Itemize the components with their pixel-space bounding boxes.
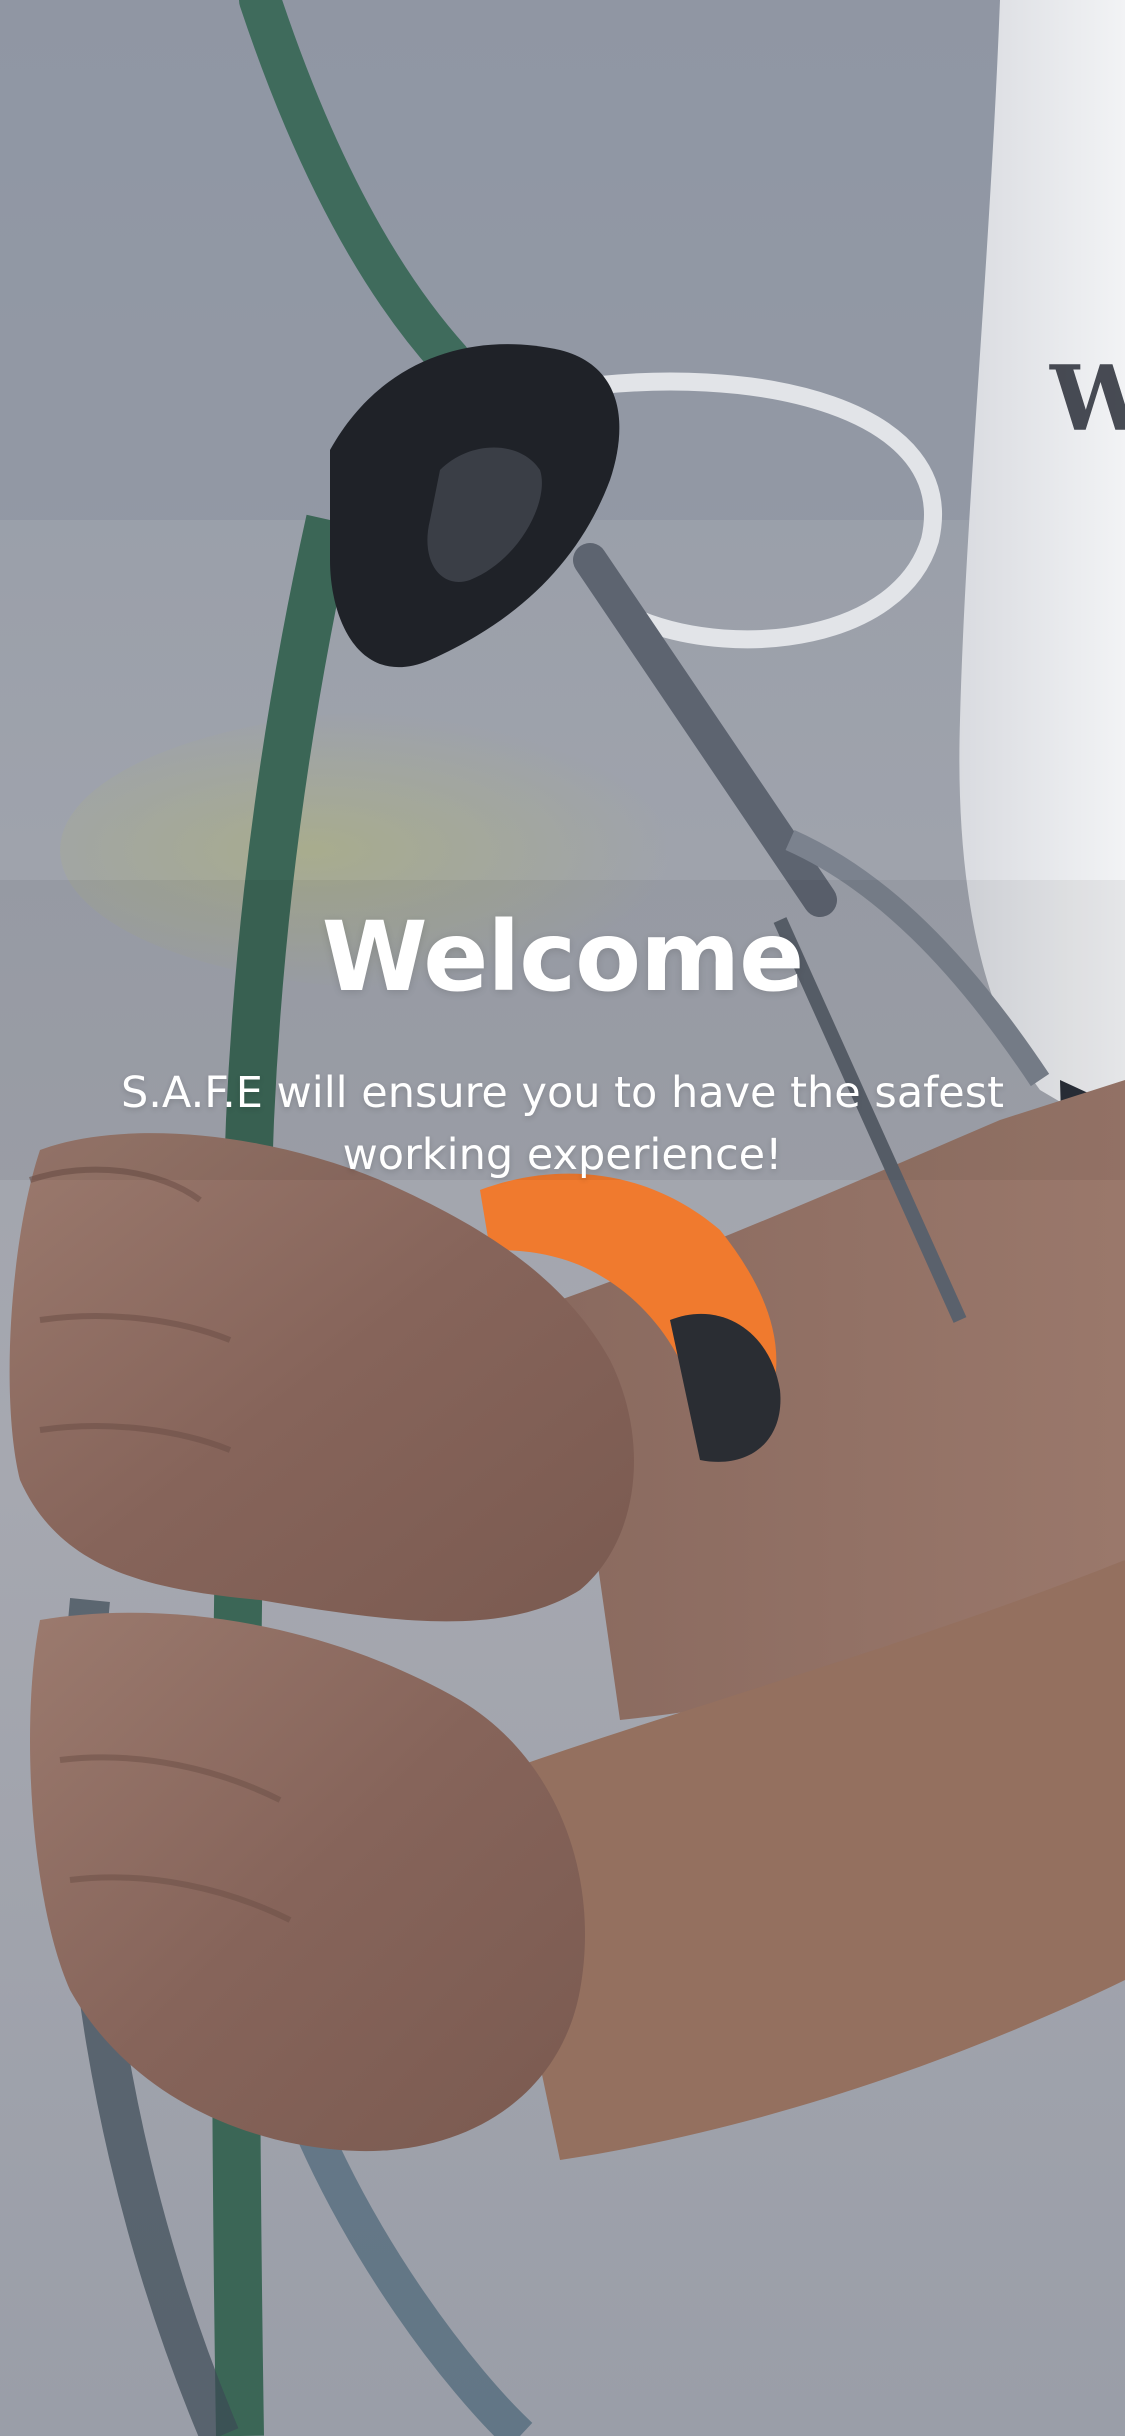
svg-text:W: W <box>1049 346 1125 452</box>
welcome-title: Welcome <box>321 901 804 1013</box>
welcome-subtitle: S.A.F.E will ensure you to have the safe… <box>120 1068 1005 1180</box>
background-photo: W <box>0 0 1125 2436</box>
welcome-screen: W Welcome S.A.F.E will ensure you to hav… <box>0 0 1125 2436</box>
